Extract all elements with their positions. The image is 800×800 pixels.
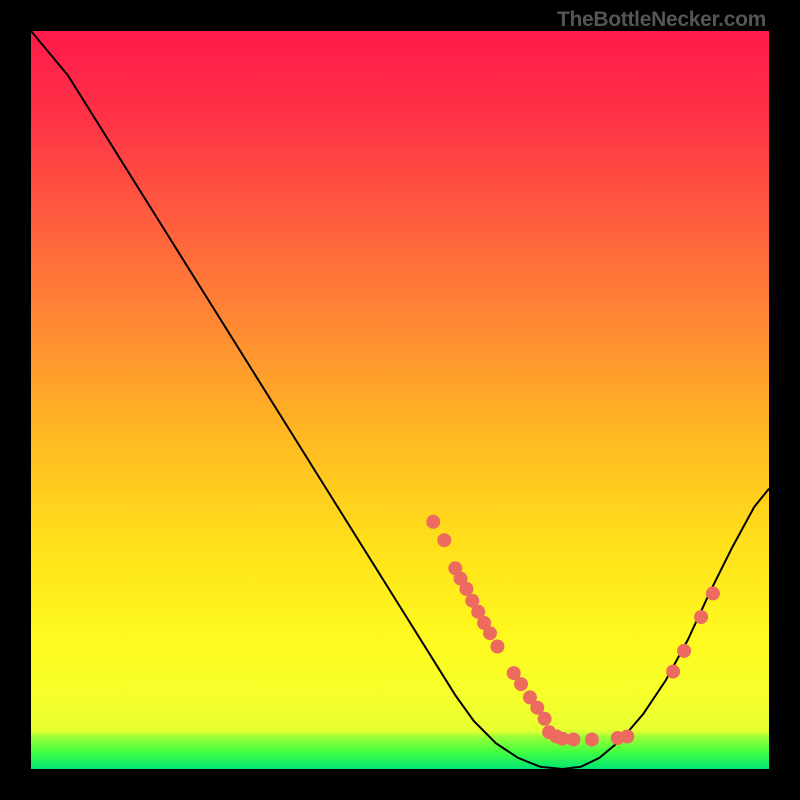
data-point xyxy=(566,733,580,747)
data-point xyxy=(585,733,599,747)
watermark-text: TheBottleNecker.com xyxy=(557,8,766,32)
data-point xyxy=(666,665,680,679)
data-point xyxy=(538,712,552,726)
data-point xyxy=(706,586,720,600)
data-point xyxy=(426,515,440,529)
data-point xyxy=(483,626,497,640)
chart-canvas xyxy=(31,31,769,769)
data-point xyxy=(490,640,504,654)
data-point xyxy=(514,677,528,691)
data-point xyxy=(694,610,708,624)
data-point xyxy=(437,533,451,547)
green-band xyxy=(31,729,769,769)
chart-background xyxy=(31,31,769,769)
data-point xyxy=(677,644,691,658)
data-point xyxy=(620,730,634,744)
